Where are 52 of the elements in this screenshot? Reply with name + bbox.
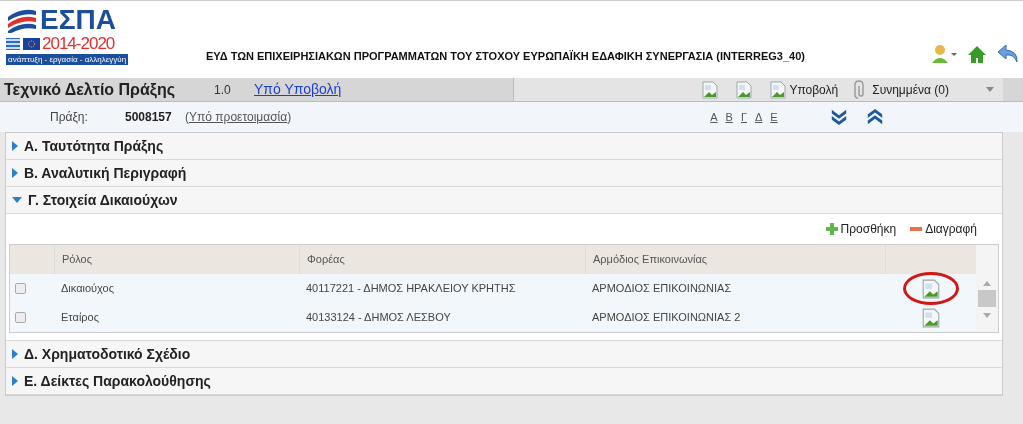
broken-image-icon[interactable] xyxy=(701,80,720,99)
waves-icon xyxy=(6,7,38,33)
caret-icon[interactable] xyxy=(985,86,995,93)
letter-link[interactable]: Γ xyxy=(740,108,747,126)
scrollbar[interactable] xyxy=(976,245,998,332)
submit-button[interactable]: Υποβολή xyxy=(769,80,839,99)
logo-years: 2014-2020 xyxy=(42,34,115,54)
plus-icon xyxy=(825,223,838,235)
status-link[interactable]: Υπό προετοιμασία xyxy=(189,110,288,124)
project-code: 5008157 xyxy=(125,109,173,126)
table-cell-text: ΑΡΜΟΔΙΟΣ ΕΠΙΚΟΙΝΩΝΙΑΣ xyxy=(591,281,733,297)
home-icon[interactable] xyxy=(967,45,987,63)
flags-icon xyxy=(6,38,40,50)
add-button[interactable]: Προσθήκη xyxy=(825,220,897,238)
section-header[interactable]: Ε. Δείκτες Παρακολούθησης xyxy=(6,368,1002,395)
broken-image-icon[interactable] xyxy=(920,278,941,299)
letter-link[interactable]: Β xyxy=(725,108,733,126)
status-link[interactable]: Υπό Υποβολή xyxy=(254,79,342,100)
section-header[interactable]: Α. Ταυτότητα Πράξης xyxy=(6,133,1002,160)
scroll-down-icon[interactable] xyxy=(983,313,991,318)
expand-all-icon[interactable] xyxy=(829,108,848,126)
status-text: (Υπό προετοιμασία) xyxy=(185,109,292,126)
letter-link[interactable]: Ε xyxy=(770,108,778,126)
logo-title: ΕΣΠΑ xyxy=(40,6,116,34)
logo-tagline: ανάπτυξη - εργασία - αλληλεγγύη xyxy=(6,54,129,65)
broken-image-icon[interactable] xyxy=(735,80,754,99)
section-header[interactable]: Γ. Στοιχεία Δικαιούχων xyxy=(6,187,1002,214)
user-menu-icon[interactable] xyxy=(931,44,957,64)
document-title: Τεχνικό Δελτίο Πράξης xyxy=(4,79,177,101)
checkbox[interactable] xyxy=(15,312,26,323)
field-label: Πράξη: xyxy=(50,109,89,126)
broken-image-icon xyxy=(769,80,788,99)
letter-link[interactable]: Δ xyxy=(754,108,763,126)
table-cell-text: Δικαιούχος xyxy=(60,281,115,297)
table-cell-text: 40117221 - ΔΗΜΟΣ ΗΡΑΚΛΕΙΟΥ ΚΡΗΤΗΣ xyxy=(305,281,517,297)
scroll-up-icon[interactable] xyxy=(983,281,991,286)
minus-icon xyxy=(910,227,923,231)
scroll-thumb[interactable] xyxy=(978,290,996,307)
attachments-button[interactable]: Συνημμένα (0) xyxy=(854,79,949,100)
table-cell-text: ΑΡΜΟΔΙΟΣ ΕΠΙΚΟΙΝΩΝΙΑΣ 2 xyxy=(591,310,742,326)
letter-link[interactable]: Α xyxy=(710,108,718,126)
version-number: 1.0 xyxy=(214,81,232,99)
table-cell-text: Εταίρος xyxy=(60,310,100,326)
checkbox[interactable] xyxy=(15,283,26,294)
collapse-all-icon[interactable] xyxy=(865,108,884,126)
section-header[interactable]: Δ. Χρηματοδοτικό Σχέδιο xyxy=(6,341,1002,368)
broken-image-icon[interactable] xyxy=(920,307,941,328)
header-title: ΕΥΔ ΤΩΝ ΕΠΙΧΕΙΡΗΣΙΑΚΩΝ ΠΡΟΓΡΑΜΜΑΤΩΝ ΤΟΥ ΣΤΟΧΟΥ ΕΥΡΩΠΑΪΚΗ ΕΔΑΦΙΚΗ ΣΥΝΕΡΓΑΣΙΑ (INTERREG3_40) xyxy=(206,48,805,64)
delete-button[interactable]: Διαγραφή xyxy=(910,220,977,238)
section-header[interactable]: Β. Αναλυτική Περιγραφή xyxy=(6,160,1002,187)
back-arrow-icon[interactable] xyxy=(997,44,1019,64)
table-cell-text: 40133124 - ΔΗΜΟΣ ΛΕΣΒΟΥ xyxy=(305,310,452,326)
